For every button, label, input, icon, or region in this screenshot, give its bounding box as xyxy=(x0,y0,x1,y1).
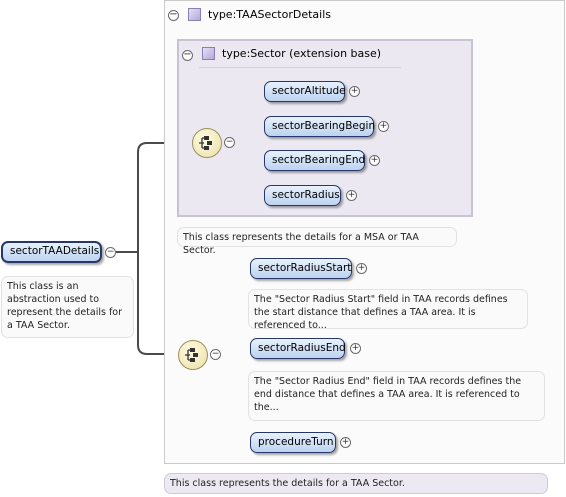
extension-label: type:Sector (extension base) xyxy=(222,47,382,60)
sequence-icon xyxy=(178,340,208,370)
expand-sectorRadiusEnd[interactable]: + xyxy=(350,343,361,354)
expand-sectorBearingBegin[interactable]: + xyxy=(378,121,389,132)
root-doc: This class is an abstraction used to rep… xyxy=(1,276,134,338)
root-element-sectorTAADetails[interactable]: sectorTAADetails xyxy=(1,241,102,263)
sectorRadiusStart-doc: The "Sector Radius Start" field in TAA r… xyxy=(248,289,528,331)
type-doc: This class represents the details for a … xyxy=(164,473,548,494)
sequence-icon xyxy=(192,128,222,158)
sector-doc: This class represents the details for a … xyxy=(177,227,457,256)
expand-procedureTurn[interactable]: + xyxy=(340,437,351,448)
expand-sectorRadiusStart[interactable]: + xyxy=(356,263,367,274)
expand-sectorRadius[interactable]: + xyxy=(346,190,357,201)
element-sectorRadius[interactable]: sectorRadius xyxy=(264,185,341,206)
element-sectorAltitude[interactable]: sectorAltitude xyxy=(264,81,346,102)
extension-divider xyxy=(199,67,401,68)
extension-collapse-button[interactable]: − xyxy=(182,50,193,61)
element-sectorBearingBegin[interactable]: sectorBearingBegin xyxy=(264,116,375,137)
type-label: type:TAASectorDetails xyxy=(208,8,331,21)
element-sectorBearingEnd[interactable]: sectorBearingEnd xyxy=(264,150,365,171)
sectorRadiusEnd-doc: The "Sector Radius End" field in TAA rec… xyxy=(248,371,545,421)
sequence-collapse-button[interactable]: − xyxy=(224,137,235,148)
element-sectorRadiusStart[interactable]: sectorRadiusStart xyxy=(250,258,352,279)
complex-type-icon xyxy=(188,8,201,21)
element-sectorRadiusEnd[interactable]: sectorRadiusEnd xyxy=(250,338,346,359)
root-collapse-button[interactable]: − xyxy=(105,247,116,258)
sequence-collapse-button[interactable]: − xyxy=(210,349,221,360)
element-procedureTurn[interactable]: procedureTurn xyxy=(250,432,336,453)
type-collapse-button[interactable]: − xyxy=(168,10,179,21)
expand-sectorBearingEnd[interactable]: + xyxy=(369,155,380,166)
expand-sectorAltitude[interactable]: + xyxy=(349,86,360,97)
extension-type-icon xyxy=(202,47,215,60)
